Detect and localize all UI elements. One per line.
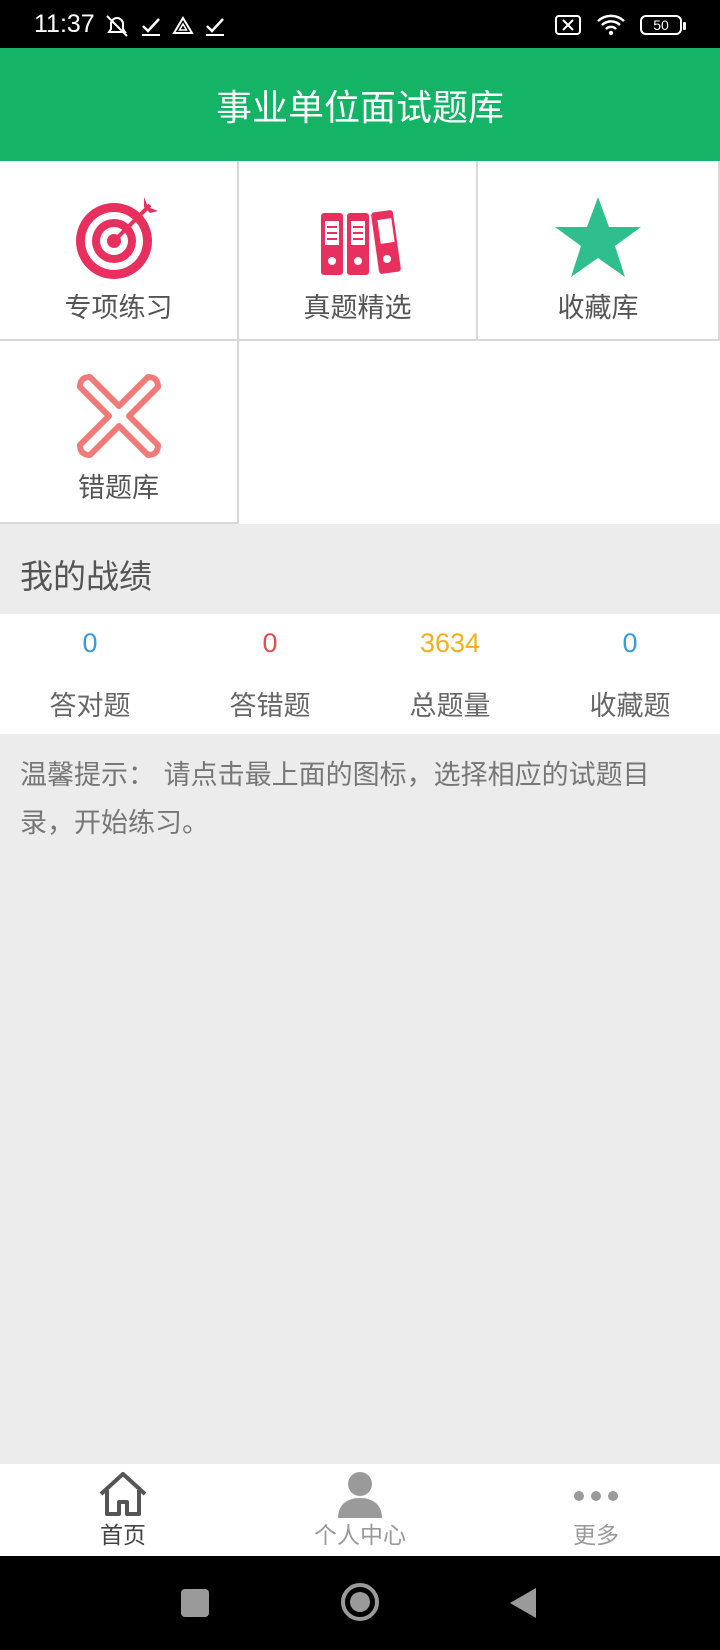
nav-label: 更多 — [573, 1523, 619, 1549]
stat-correct: 0 答对题 — [0, 614, 180, 734]
stat-value: 0 — [82, 628, 98, 658]
star-icon — [555, 197, 641, 277]
cross-icon — [76, 374, 161, 458]
status-bar: 11:37 50 — [0, 0, 720, 48]
menu-grid: 专项练习 真题精选 收藏库 错题库 — [0, 161, 720, 524]
status-time: 11:37 — [34, 10, 95, 38]
stat-total: 3634 总题量 — [360, 614, 540, 734]
drive-icon — [172, 16, 194, 34]
battery-level: 50 — [653, 17, 669, 33]
status-notification-icons — [104, 13, 226, 39]
stat-label: 收藏题 — [589, 691, 671, 722]
menu-item-label: 错题库 — [78, 473, 159, 504]
record-title: 我的战绩 — [20, 557, 152, 596]
menu-item-label: 收藏库 — [557, 293, 639, 324]
stats-panel: 0 答对题 0 答错题 3634 总题量 0 收藏题 — [0, 614, 720, 734]
nav-label: 首页 — [100, 1523, 146, 1549]
system-nav-bar — [0, 1556, 720, 1650]
bottom-nav: 首页 个人中心 更多 — [0, 1464, 720, 1556]
stat-favorites: 0 收藏题 — [540, 614, 720, 734]
home-icon — [99, 1472, 147, 1516]
wifi-icon — [597, 14, 625, 36]
back-icon[interactable] — [508, 1586, 538, 1620]
stat-label: 总题量 — [409, 691, 491, 722]
app-header: 事业单位面试题库 — [0, 48, 720, 161]
stat-value: 3634 — [419, 628, 481, 658]
menu-item-wrong-answers[interactable]: 错题库 — [0, 341, 239, 524]
mute-bell-icon — [106, 15, 128, 37]
record-section-header: 我的战绩 — [0, 524, 720, 614]
more-icon — [574, 1491, 618, 1501]
menu-item-label: 真题精选 — [303, 293, 412, 324]
nav-profile[interactable]: 个人中心 — [240, 1464, 480, 1556]
battery-icon: 50 — [640, 15, 686, 35]
status-system-icons: 50 — [554, 12, 686, 38]
sim-off-icon — [555, 15, 581, 35]
menu-item-favorites[interactable]: 收藏库 — [478, 161, 720, 341]
person-icon — [338, 1472, 382, 1518]
target-icon — [75, 197, 158, 279]
stat-label: 答对题 — [49, 691, 131, 722]
recents-icon[interactable] — [180, 1588, 210, 1618]
check-icon — [142, 18, 160, 36]
nav-home[interactable]: 首页 — [3, 1464, 243, 1556]
stat-value: 0 — [262, 628, 278, 658]
menu-item-special-practice[interactable]: 专项练习 — [0, 161, 239, 341]
stat-label: 答错题 — [229, 691, 311, 722]
nav-label: 个人中心 — [314, 1523, 406, 1549]
binders-icon — [320, 210, 401, 275]
check-icon — [206, 18, 224, 36]
stat-value: 0 — [622, 628, 638, 658]
stat-wrong: 0 答错题 — [180, 614, 360, 734]
home-circle-icon[interactable] — [340, 1582, 380, 1622]
nav-more[interactable]: 更多 — [476, 1464, 716, 1556]
tip-text: 温馨提示： 请点击最上面的图标，选择相应的试题目录，开始练习。 — [20, 760, 650, 839]
menu-item-label: 专项练习 — [64, 293, 173, 324]
menu-item-past-papers[interactable]: 真题精选 — [239, 161, 478, 341]
page-title: 事业单位面试题库 — [215, 87, 504, 129]
